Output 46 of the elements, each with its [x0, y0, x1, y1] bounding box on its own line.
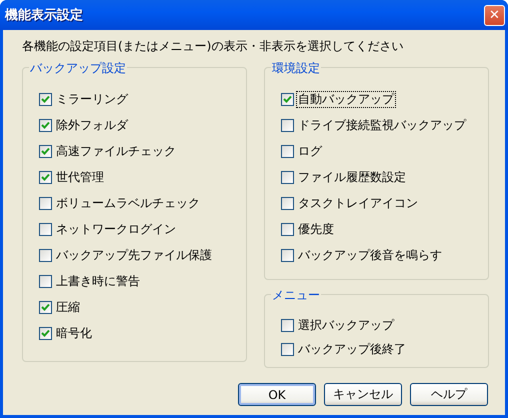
checkbox-label[interactable]: 優先度 [296, 220, 336, 238]
checkbox-label[interactable]: タスクトレイアイコン [296, 194, 420, 212]
close-button[interactable]: ✕ [484, 4, 505, 26]
checkbox[interactable] [39, 300, 52, 314]
checkbox-label[interactable]: ファイル履歴数設定 [296, 168, 408, 186]
group-title: 環境設定 [271, 60, 321, 77]
checkbox[interactable] [39, 92, 52, 106]
checkbox-label[interactable]: ミラーリング [54, 90, 130, 108]
checkbox[interactable] [39, 144, 52, 158]
checkbox-label[interactable]: バックアップ後終了 [296, 340, 408, 358]
checkbox-label[interactable]: 圧縮 [54, 298, 82, 316]
checkbox[interactable] [39, 326, 52, 340]
checkbox-label[interactable]: ボリュームラベルチェック [54, 194, 202, 212]
dialog-button[interactable]: ヘルプ [410, 383, 488, 406]
checkbox-label[interactable]: ログ [296, 142, 324, 160]
checkbox-label[interactable]: ドライブ接続監視バックアップ [296, 116, 468, 134]
checkbox-label[interactable]: 上書き時に警告 [54, 272, 142, 290]
checkbox-label[interactable]: 除外フォルダ [54, 116, 130, 134]
group-title: バックアップ設定 [29, 60, 127, 77]
checkbox[interactable] [281, 92, 294, 106]
checkbox-label[interactable]: 世代管理 [54, 168, 106, 186]
checkbox[interactable] [39, 274, 52, 288]
checkbox[interactable] [281, 222, 294, 236]
checkbox-label[interactable]: 自動バックアップ [296, 90, 396, 108]
checkbox[interactable] [281, 318, 294, 332]
dialog-button[interactable]: キャンセル [324, 383, 402, 406]
checkbox[interactable] [39, 222, 52, 236]
checkbox[interactable] [281, 342, 294, 356]
checkbox[interactable] [281, 170, 294, 184]
checkbox-label[interactable]: 高速ファイルチェック [54, 142, 178, 160]
checkbox[interactable] [281, 248, 294, 262]
checkbox[interactable] [39, 196, 52, 210]
checkbox[interactable] [281, 118, 294, 132]
checkbox-label[interactable]: ネットワークログイン [54, 220, 178, 238]
checkbox[interactable] [39, 118, 52, 132]
checkbox-label[interactable]: 暗号化 [54, 324, 94, 342]
checkbox[interactable] [281, 196, 294, 210]
checkbox[interactable] [39, 170, 52, 184]
checkbox-label[interactable]: バックアップ先ファイル保護 [54, 246, 214, 264]
instruction-text: 各機能の設定項目(またはメニュー)の表示・非表示を選択してください [22, 38, 404, 54]
checkbox[interactable] [281, 144, 294, 158]
checkbox-label[interactable]: バックアップ後音を鳴らす [296, 246, 444, 264]
dialog-button[interactable]: OK [238, 383, 316, 406]
window-title: 機能表示設定 [5, 6, 83, 24]
checkbox[interactable] [39, 248, 52, 262]
checkbox-label[interactable]: 選択バックアップ [296, 316, 396, 334]
